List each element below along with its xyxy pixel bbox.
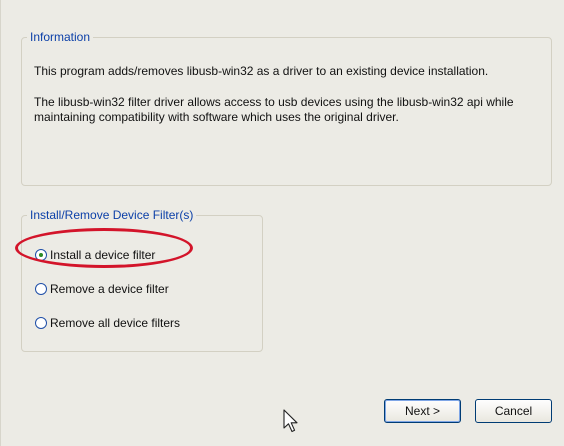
information-paragraph-2: The libusb-win32 filter driver allows ac… bbox=[34, 95, 514, 124]
device-filter-group: Install/Remove Device Filter(s) Install … bbox=[21, 208, 263, 352]
remove-filter-label: Remove a device filter bbox=[50, 282, 169, 296]
filter-wizard-dialog: Information This program adds/removes li… bbox=[0, 0, 564, 446]
cancel-button[interactable]: Cancel bbox=[475, 399, 552, 423]
remove-filter-option[interactable]: Remove a device filter bbox=[35, 280, 169, 298]
radio-unchecked-icon[interactable] bbox=[35, 317, 47, 329]
information-group: Information This program adds/removes li… bbox=[21, 30, 552, 186]
next-button[interactable]: Next > bbox=[384, 399, 461, 423]
radio-checked-icon[interactable] bbox=[35, 249, 47, 261]
radio-unchecked-icon[interactable] bbox=[35, 283, 47, 295]
information-paragraph-1: This program adds/removes libusb-win32 a… bbox=[34, 64, 489, 78]
information-legend: Information bbox=[30, 30, 91, 44]
information-text: This program adds/removes libusb-win32 a… bbox=[34, 64, 539, 141]
remove-all-filters-option[interactable]: Remove all device filters bbox=[35, 314, 180, 332]
remove-all-filters-label: Remove all device filters bbox=[50, 316, 181, 330]
install-filter-label: Install a device filter bbox=[50, 248, 156, 262]
device-filter-legend: Install/Remove Device Filter(s) bbox=[30, 208, 194, 222]
mouse-pointer-icon bbox=[283, 409, 298, 433]
install-filter-option[interactable]: Install a device filter bbox=[35, 246, 155, 264]
